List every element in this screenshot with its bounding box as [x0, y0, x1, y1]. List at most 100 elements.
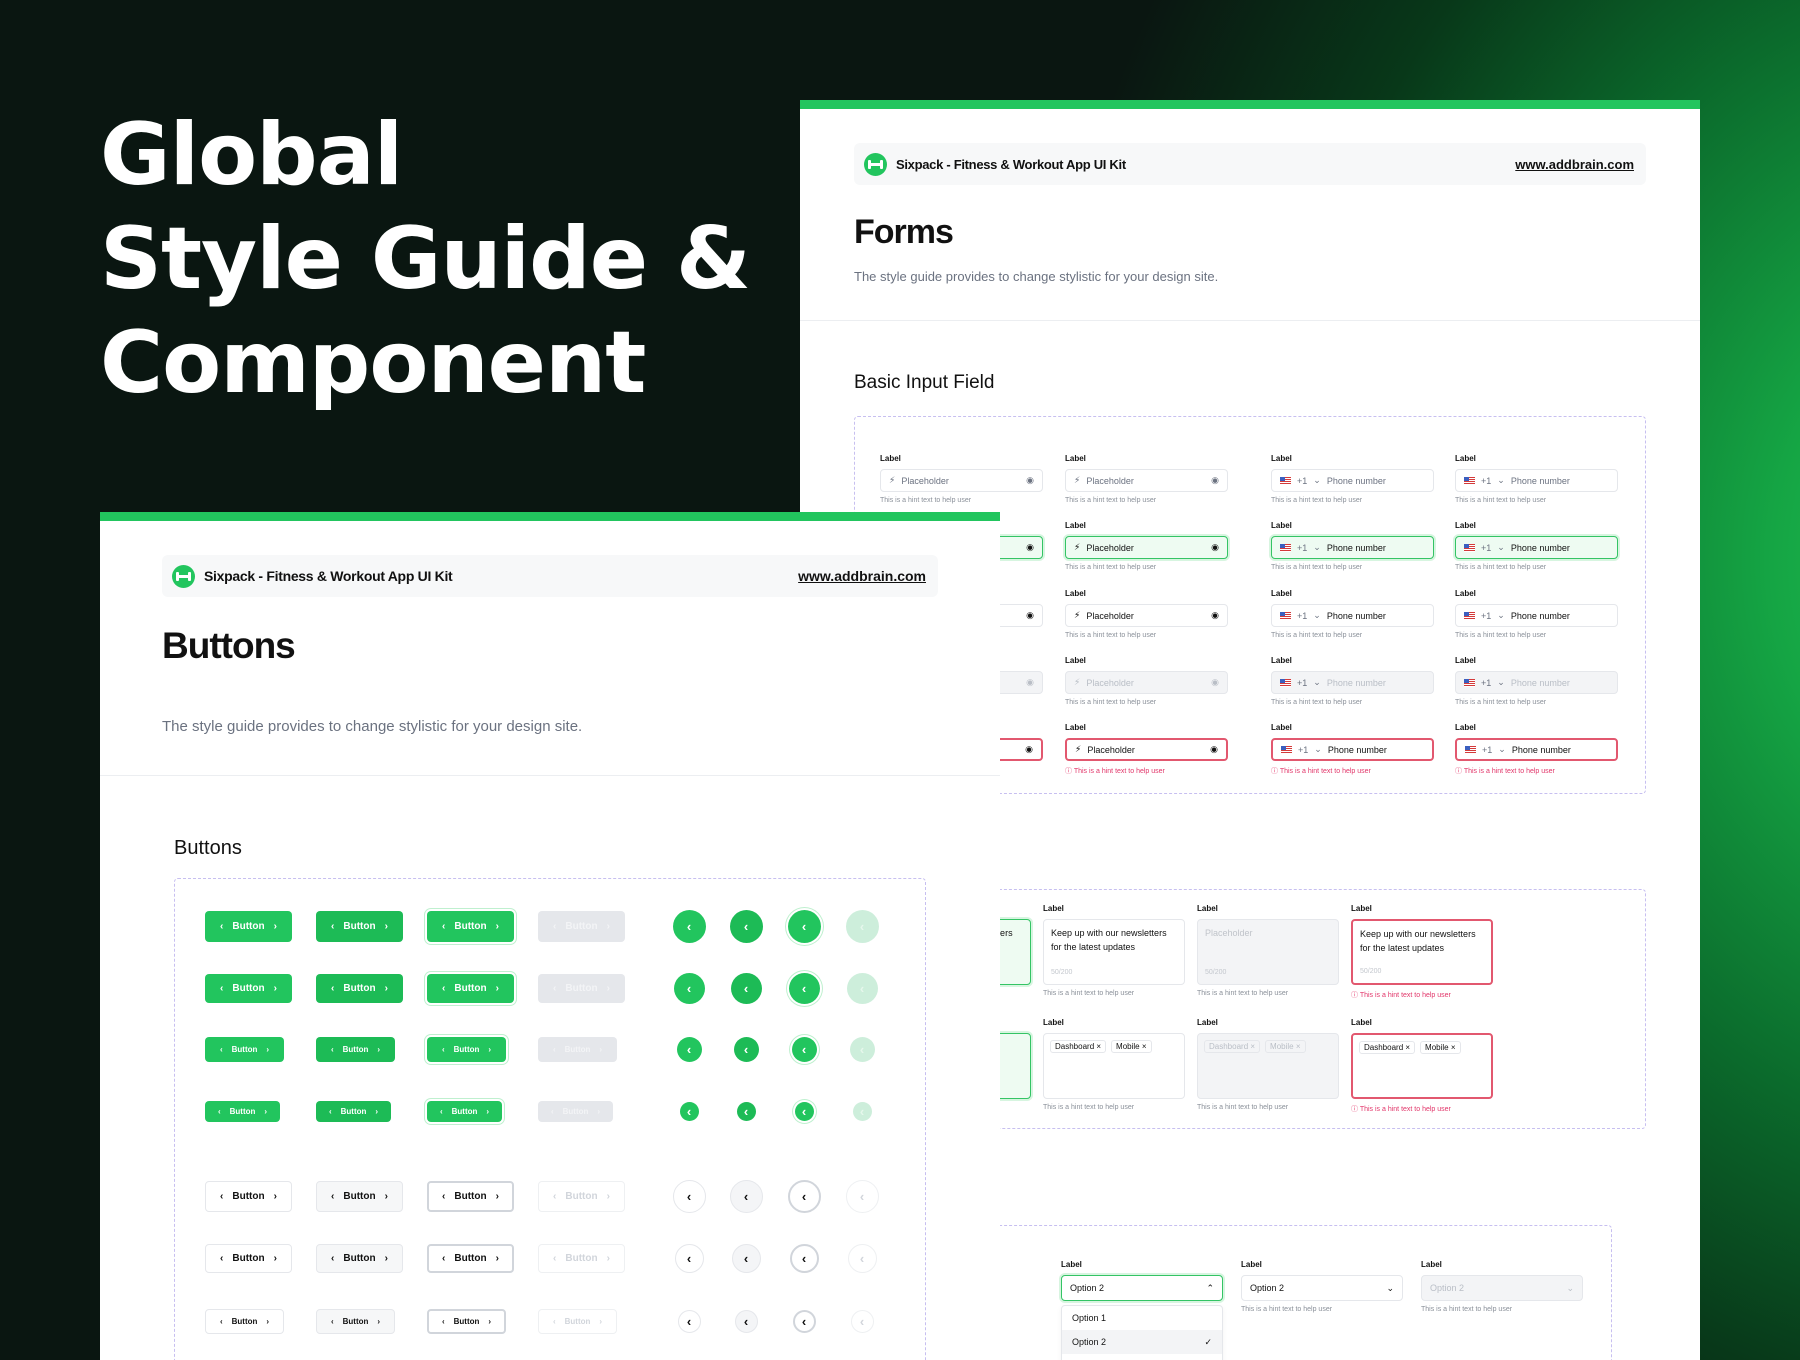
chevron-left-icon: ‹ [686, 1189, 692, 1204]
icon-button[interactable]: ‹ [730, 973, 762, 1004]
icon-button[interactable]: ‹ [845, 1180, 879, 1213]
icon-button[interactable]: ‹ [787, 910, 821, 943]
chevron-left-icon: ‹ [743, 981, 749, 996]
icon-button[interactable]: ‹ [677, 1310, 701, 1333]
icon-button[interactable]: ‹ [789, 1244, 819, 1273]
chevron-left-icon: ‹ [441, 1045, 445, 1054]
button[interactable]: ‹ Button › [205, 1244, 292, 1273]
button-label: Button [565, 1253, 598, 1264]
chevron-icon[interactable]: ⌄ [1566, 1283, 1574, 1294]
button[interactable]: ‹ Button › [538, 1244, 625, 1273]
select-box[interactable]: Option 2 ⌄ [1241, 1275, 1403, 1301]
icon-button[interactable]: ‹ [791, 1037, 817, 1062]
button[interactable]: ‹ Button › [316, 1181, 403, 1212]
button-label: Button [342, 1045, 369, 1054]
button[interactable]: ‹ Button › [316, 1244, 403, 1273]
icon-button[interactable]: ‹ [736, 1102, 756, 1121]
dropdown-menu: Option 1 Option 2✓ Option 3 [1061, 1305, 1223, 1360]
icon-button[interactable]: ‹ [846, 973, 878, 1004]
button-label: Button [232, 1253, 265, 1264]
chevron-left-icon: ‹ [330, 1045, 334, 1054]
icon-button[interactable]: ‹ [788, 973, 820, 1004]
chevron-left-icon: ‹ [801, 1314, 807, 1329]
chevron-left-icon: ‹ [859, 1042, 865, 1057]
chevron-left-icon: ‹ [219, 1045, 223, 1054]
button[interactable]: ‹ Button › [427, 1181, 514, 1212]
icon-button[interactable]: ‹ [845, 910, 879, 943]
icon-button[interactable]: ‹ [734, 1310, 758, 1333]
icon-button[interactable]: ‹ [676, 1037, 702, 1062]
icon-button[interactable]: ‹ [847, 1244, 877, 1273]
button[interactable]: ‹ Button › [316, 1101, 391, 1122]
button[interactable]: ‹ Button › [427, 911, 514, 942]
icon-button[interactable]: ‹ [672, 1180, 706, 1213]
icon-button[interactable]: ‹ [729, 1180, 763, 1213]
button[interactable]: ‹ Button › [316, 1309, 395, 1334]
select-value: Option 2 [1070, 1283, 1105, 1293]
dropdown-option[interactable]: Option 3 [1062, 1354, 1222, 1360]
button-label: Button [231, 1045, 258, 1054]
icon-button[interactable]: ‹ [673, 973, 705, 1004]
button[interactable]: ‹ Button › [538, 1101, 613, 1122]
dropdown-option-selected[interactable]: Option 2 ✓ [1062, 1330, 1222, 1354]
button[interactable]: ‹ Button › [205, 1037, 284, 1062]
button[interactable]: ‹ Button › [205, 1309, 284, 1334]
button[interactable]: ‹ Button › [538, 1181, 625, 1212]
chevron-left-icon: ‹ [801, 981, 807, 996]
chevron-left-icon: ‹ [331, 1191, 335, 1202]
chevron-left-icon: ‹ [743, 1314, 749, 1329]
chevron-left-icon: ‹ [553, 983, 557, 994]
icon-button[interactable]: ‹ [850, 1310, 874, 1333]
button[interactable]: ‹ Button › [316, 1037, 395, 1062]
icon-button[interactable]: ‹ [852, 1102, 872, 1121]
hero-line-1: Global [100, 105, 403, 205]
chevron-right-icon: › [599, 1045, 603, 1054]
button-label: Button [231, 1317, 258, 1326]
button[interactable]: ‹ Button › [205, 1181, 292, 1212]
icon-button[interactable]: ‹ [731, 1244, 761, 1273]
button[interactable]: ‹ Button › [205, 1101, 280, 1122]
button[interactable]: ‹ Button › [427, 1309, 506, 1334]
chevron-left-icon: ‹ [220, 921, 224, 932]
chevron-left-icon: ‹ [442, 1253, 446, 1264]
chevron-icon[interactable]: ⌃ [1206, 1283, 1214, 1294]
button[interactable]: ‹ Button › [538, 974, 625, 1003]
chevron-left-icon: ‹ [220, 983, 224, 994]
chevron-left-icon: ‹ [859, 1314, 865, 1329]
button[interactable]: ‹ Button › [316, 911, 403, 942]
button[interactable]: ‹ Button › [427, 1101, 502, 1122]
select-box[interactable]: Option 2 ⌃ [1061, 1275, 1223, 1301]
chevron-right-icon: › [266, 1317, 270, 1326]
chevron-left-icon: ‹ [441, 1317, 445, 1326]
button-label: Button [232, 921, 265, 932]
button[interactable]: ‹ Button › [427, 1037, 506, 1062]
button[interactable]: ‹ Button › [205, 974, 292, 1003]
icon-button[interactable]: ‹ [672, 910, 706, 943]
button-label: Button [565, 921, 598, 932]
button[interactable]: ‹ Button › [316, 974, 403, 1003]
chevron-left-icon: ‹ [442, 1191, 446, 1202]
chevron-right-icon: › [384, 1191, 388, 1202]
icon-button[interactable]: ‹ [674, 1244, 704, 1273]
select-field: Label Option 2 ⌃ Option 1 Option 2✓ Optio… [1061, 1260, 1223, 1360]
chevron-icon[interactable]: ⌄ [1386, 1283, 1394, 1294]
field-label: Label [1241, 1260, 1262, 1269]
icon-button[interactable]: ‹ [787, 1180, 821, 1213]
hero-line-2: Style Guide & [100, 209, 751, 309]
select-box[interactable]: Option 2 ⌄ [1421, 1275, 1583, 1301]
icon-button[interactable]: ‹ [794, 1102, 814, 1121]
button[interactable]: ‹ Button › [427, 1244, 514, 1273]
icon-button[interactable]: ‹ [849, 1037, 875, 1062]
chevron-left-icon: ‹ [686, 1104, 692, 1119]
chevron-left-icon: ‹ [553, 921, 557, 932]
icon-button[interactable]: ‹ [733, 1037, 759, 1062]
dropdown-option[interactable]: Option 1 [1062, 1306, 1222, 1330]
button[interactable]: ‹ Button › [427, 974, 514, 1003]
button[interactable]: ‹ Button › [538, 911, 625, 942]
button[interactable]: ‹ Button › [538, 1037, 617, 1062]
button[interactable]: ‹ Button › [205, 911, 292, 942]
icon-button[interactable]: ‹ [792, 1310, 816, 1333]
button[interactable]: ‹ Button › [538, 1309, 617, 1334]
icon-button[interactable]: ‹ [729, 910, 763, 943]
icon-button[interactable]: ‹ [679, 1102, 699, 1121]
